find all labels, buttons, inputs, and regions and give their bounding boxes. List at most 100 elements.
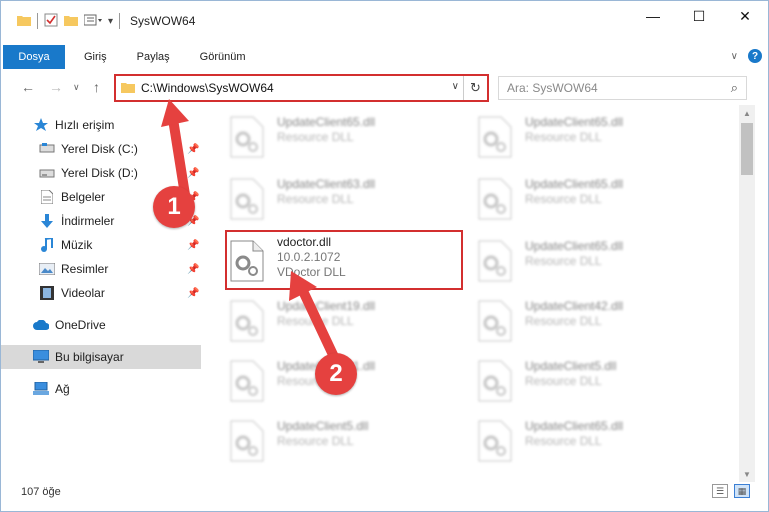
maximize-button[interactable]: ☐	[676, 1, 722, 31]
new-folder-icon[interactable]	[64, 14, 78, 29]
file-description: Resource DLL	[277, 434, 354, 448]
file-name: UpdateClient65.dll	[525, 419, 624, 433]
file-name: UpdateClient65.dll	[277, 115, 376, 129]
search-icon[interactable]: ⌕	[731, 80, 738, 96]
toolbar-divider	[37, 13, 38, 29]
item-count: 107 öğe	[21, 486, 61, 498]
toolbar-divider	[119, 13, 121, 29]
window-title: SysWOW64	[130, 14, 196, 28]
quick-access-toolbar: ▾	[1, 1, 121, 41]
folder-icon	[121, 81, 135, 96]
explorer-window: ▾ SysWOW64 — ☐ ✕ Dosya Giriş Paylaş Görü…	[0, 0, 769, 512]
downloads-icon	[39, 213, 55, 229]
view-toggle: ☰ ▦	[712, 484, 750, 498]
chevron-down-icon[interactable]: ▾	[108, 16, 113, 27]
recent-locations-icon[interactable]: ∨	[73, 82, 80, 93]
videos-icon	[39, 285, 55, 301]
dll-file-icon	[229, 299, 265, 347]
sidebar-item-label: Müzik	[61, 238, 93, 252]
file-item[interactable]: UpdateClient5.dll Resource DLL	[204, 411, 444, 471]
sidebar-item-label: Yerel Disk (C:)	[61, 142, 138, 156]
drive-icon	[39, 165, 55, 181]
details-view-icon[interactable]: ☰	[712, 484, 728, 498]
computer-icon	[33, 349, 49, 365]
file-name: UpdateClient5.dll	[277, 419, 369, 433]
scroll-down-icon[interactable]: ▼	[739, 466, 755, 482]
documents-icon	[39, 189, 55, 205]
sidebar-item-music[interactable]: Müzik 📌	[1, 233, 201, 257]
dll-file-icon	[229, 419, 265, 467]
file-name: UpdateClient65.dll	[525, 177, 624, 191]
sidebar-item-label: Belgeler	[61, 190, 106, 204]
sidebar-item-pictures[interactable]: Resimler 📌	[1, 257, 201, 281]
sidebar-item-label: Ağ	[55, 382, 70, 396]
drive-icon	[39, 141, 55, 157]
file-item[interactable]: UpdateClient63.dll Resource DLL	[204, 169, 444, 229]
navigation-bar: ← → ∨ ↑ C:\Windows\SysWOW64 ∨ ↻ Ara: Sys…	[1, 73, 768, 103]
dll-file-icon	[477, 177, 513, 225]
up-arrow-icon[interactable]: ↑	[93, 79, 100, 95]
search-input[interactable]: Ara: SysWOW64	[507, 81, 598, 95]
refresh-icon[interactable]: ↻	[463, 76, 487, 100]
star-icon	[33, 117, 49, 133]
sidebar-item-network[interactable]: Ağ	[1, 377, 201, 401]
properties-icon[interactable]	[44, 13, 58, 30]
tab-view[interactable]: Görünüm	[187, 45, 259, 69]
sidebar-item-label: Hızlı erişim	[55, 118, 115, 132]
help-icon[interactable]: ?	[748, 49, 762, 63]
scrollbar-thumb[interactable]	[741, 123, 753, 175]
file-description: Resource DLL	[525, 192, 602, 206]
file-item[interactable]: UpdateClient65.dll Resource DLL	[452, 411, 692, 471]
file-description: Resource DLL	[525, 314, 602, 328]
sidebar-item-videos[interactable]: Videolar 📌	[1, 281, 201, 305]
pictures-icon	[39, 261, 55, 277]
sidebar-item-label: Resimler	[61, 262, 109, 276]
file-description: Resource DLL	[525, 374, 602, 388]
dll-file-icon	[477, 239, 513, 287]
dll-file-icon	[229, 115, 265, 163]
sidebar-item-label: Bu bilgisayar	[55, 350, 124, 364]
callout-arrow-2	[289, 271, 340, 364]
cloud-icon	[33, 317, 49, 333]
file-name: UpdateClient65.dll	[525, 115, 624, 129]
sidebar-item-this-pc[interactable]: Bu bilgisayar	[1, 345, 201, 369]
close-button[interactable]: ✕	[722, 1, 768, 31]
file-description: Resource DLL	[525, 254, 602, 268]
tab-file[interactable]: Dosya	[3, 45, 65, 69]
scroll-up-icon[interactable]: ▲	[739, 105, 755, 121]
pin-icon[interactable]: 📌	[187, 240, 199, 251]
dll-file-icon	[229, 177, 265, 225]
music-icon	[39, 237, 55, 253]
file-item[interactable]: UpdateClient65.dll Resource DLL	[452, 169, 692, 229]
vertical-scrollbar[interactable]: ▲ ▼	[739, 105, 755, 482]
file-name: UpdateClient63.dll	[277, 177, 376, 191]
sidebar-item-label: İndirmeler	[61, 214, 115, 228]
pin-icon[interactable]: 📌	[187, 288, 199, 299]
tab-share[interactable]: Paylaş	[124, 45, 183, 69]
folder-icon	[17, 14, 31, 29]
chevron-down-icon[interactable]: ∨	[452, 81, 459, 92]
address-path[interactable]: C:\Windows\SysWOW64	[141, 81, 274, 95]
large-icons-view-icon[interactable]: ▦	[734, 484, 750, 498]
file-description: Resource DLL	[277, 192, 354, 206]
pin-icon[interactable]: 📌	[187, 264, 199, 275]
file-description: Resource DLL	[525, 434, 602, 448]
file-item[interactable]: UpdateClient65.dll Resource DLL	[204, 107, 444, 167]
search-box[interactable]: Ara: SysWOW64 ⌕	[498, 76, 747, 100]
minimize-button[interactable]: —	[630, 1, 676, 31]
tab-home[interactable]: Giriş	[71, 45, 120, 69]
back-arrow-icon[interactable]: ←	[21, 79, 35, 95]
status-bar: 107 öğe	[1, 481, 768, 503]
window-controls: — ☐ ✕	[630, 1, 768, 31]
sidebar-item-onedrive[interactable]: OneDrive	[1, 313, 201, 337]
customize-toolbar-icon[interactable]	[83, 14, 102, 29]
file-item[interactable]: UpdateClient5.dll Resource DLL	[452, 351, 692, 411]
file-item[interactable]: UpdateClient42.dll Resource DLL	[452, 291, 692, 351]
sidebar-item-label: OneDrive	[55, 318, 106, 332]
file-item[interactable]: UpdateClient65.dll Resource DLL	[452, 107, 692, 167]
dll-file-icon	[477, 359, 513, 407]
file-item[interactable]: UpdateClient65.dll Resource DLL	[452, 231, 692, 291]
expand-ribbon-icon[interactable]: ∨	[731, 51, 738, 62]
callout-badge-1: 1	[153, 186, 195, 228]
forward-arrow-icon[interactable]: →	[49, 79, 63, 95]
